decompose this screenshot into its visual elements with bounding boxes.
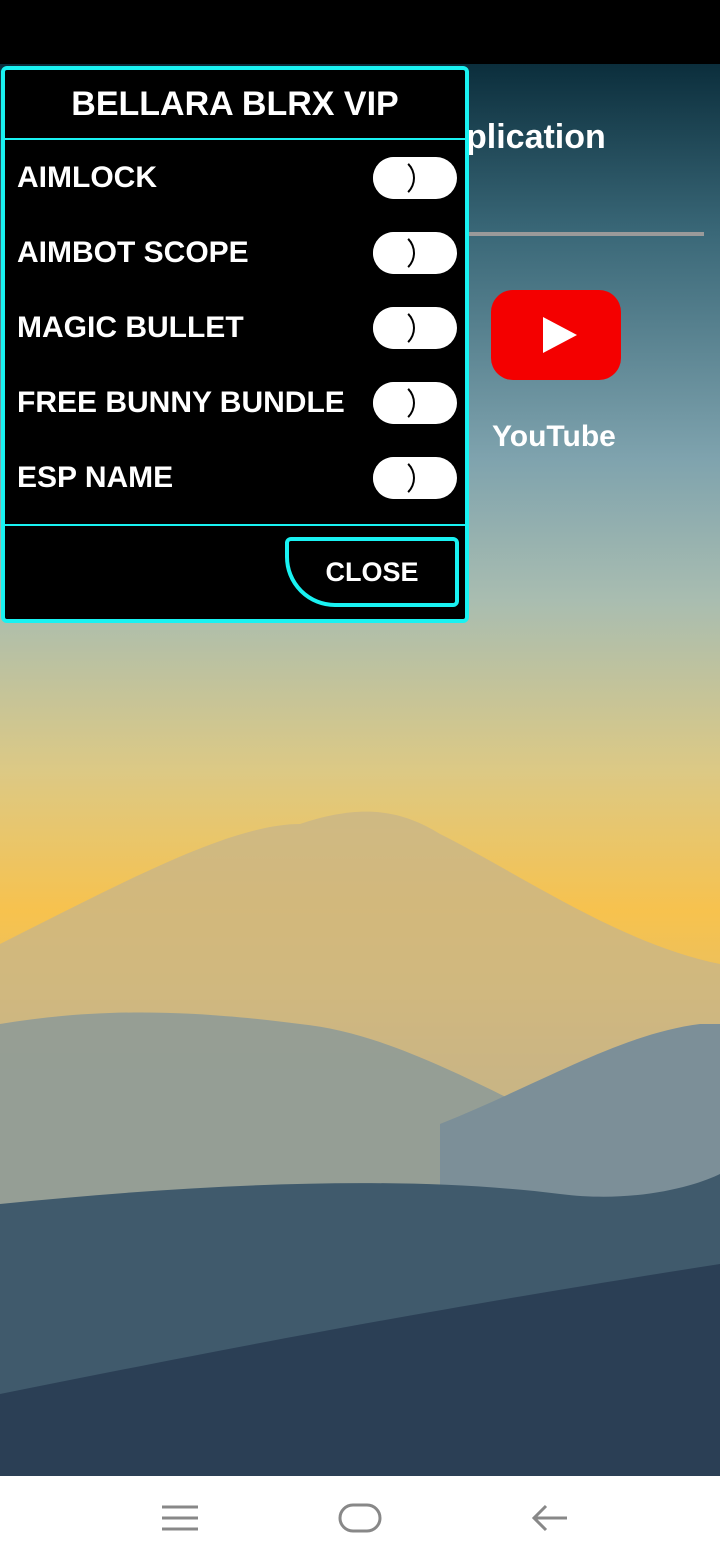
app-title: plication: [466, 118, 606, 156]
status-bar: [0, 0, 720, 64]
toggle-knob: [373, 457, 415, 499]
navigation-bar: [0, 1476, 720, 1560]
toggle-knob: [373, 157, 415, 199]
close-button[interactable]: CLOSE: [285, 537, 459, 607]
toggle-row-aimbot-scope: AIMBOT SCOPE: [17, 223, 457, 283]
back-icon[interactable]: [530, 1498, 570, 1538]
footer-divider: [5, 524, 465, 526]
toggle-knob: [373, 382, 415, 424]
toggle-knob: [373, 232, 415, 274]
youtube-app-label[interactable]: YouTube: [492, 420, 616, 454]
panel-title: BELLARA BLRX VIP: [5, 70, 465, 140]
play-icon: [543, 317, 577, 353]
toggle-row-aimlock: AIMLOCK: [17, 148, 457, 208]
toggle-knob: [373, 307, 415, 349]
aimlock-toggle[interactable]: [373, 157, 457, 199]
mod-menu-panel: BELLARA BLRX VIP AIMLOCK AIMBOT SCOPE MA…: [1, 66, 469, 623]
magic-bullet-toggle[interactable]: [373, 307, 457, 349]
toggle-label: ESP NAME: [17, 461, 174, 494]
toggle-row-free-bunny-bundle: FREE BUNNY BUNDLE: [17, 373, 457, 433]
toggle-row-magic-bullet: MAGIC BULLET: [17, 298, 457, 358]
free-bunny-bundle-toggle[interactable]: [373, 382, 457, 424]
esp-name-toggle[interactable]: [373, 457, 457, 499]
toggle-label: AIMLOCK: [17, 161, 157, 194]
menu-icon[interactable]: [160, 1498, 200, 1538]
home-icon[interactable]: [338, 1498, 382, 1538]
youtube-app-icon[interactable]: [491, 290, 621, 380]
toggle-label: FREE BUNNY BUNDLE: [17, 386, 345, 419]
toggle-label: AIMBOT SCOPE: [17, 236, 249, 269]
toggle-label: MAGIC BULLET: [17, 311, 244, 344]
divider: [466, 232, 704, 236]
aimbot-scope-toggle[interactable]: [373, 232, 457, 274]
toggle-row-esp-name: ESP NAME: [17, 448, 457, 508]
